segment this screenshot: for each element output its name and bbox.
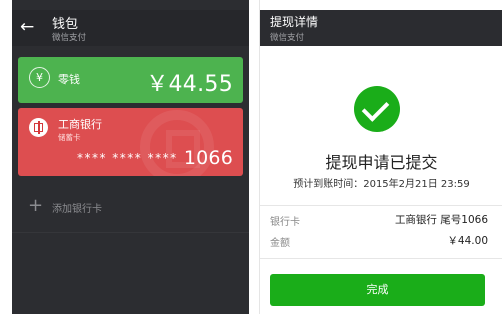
wallet-screen: ← 钱包 微信支付 ¥ 零钱 ￥44.55 工商银行 储蓄卡 **** ****… <box>12 0 249 314</box>
amount-row-value: ￥44.00 <box>447 235 488 247</box>
add-bank-card-button[interactable]: + 添加银行卡 <box>28 197 228 217</box>
amount-row-label: 金额 <box>270 238 290 249</box>
add-bank-card-label: 添加银行卡 <box>52 204 102 215</box>
divider <box>260 205 502 206</box>
page-subtitle: 微信支付 <box>52 33 87 43</box>
detail-header: 提现详情 微信支付 <box>260 10 502 46</box>
card-number: **** **** **** 1066 <box>77 147 233 169</box>
bank-card[interactable]: 工商银行 储蓄卡 **** **** **** 1066 <box>18 108 243 176</box>
page-title: 钱包 <box>52 17 79 32</box>
arrival-time: 预计到账时间：2015年2月21日 23:59 <box>293 179 470 190</box>
page-subtitle: 微信支付 <box>270 33 305 43</box>
change-label: 零钱 <box>58 73 80 86</box>
change-card[interactable]: ¥ 零钱 ￥44.55 <box>18 57 243 103</box>
done-button[interactable]: 完成 <box>270 274 485 306</box>
page-title: 提现详情 <box>270 15 319 29</box>
card-number-mask: **** **** **** <box>76 151 178 165</box>
success-message: 提现申请已提交 <box>325 153 438 172</box>
bank-card-row-label: 银行卡 <box>270 217 300 228</box>
change-amount: ￥44.55 <box>146 72 233 97</box>
wallet-header: ← 钱包 微信支付 <box>12 10 249 46</box>
withdrawal-detail-screen: 提现详情 微信支付 提现申请已提交 预计到账时间：2015年2月21日 23:5… <box>259 0 502 314</box>
divider <box>12 232 249 233</box>
yen-circle-icon: ¥ <box>29 67 50 88</box>
success-check-icon <box>354 86 400 132</box>
divider <box>260 258 502 259</box>
bank-card-row-value: 工商银行 尾号1066 <box>394 214 488 226</box>
back-arrow-icon[interactable]: ← <box>20 18 38 36</box>
bank-name: 工商银行 <box>58 118 102 131</box>
plus-icon: + <box>28 195 44 216</box>
icbc-logo-icon <box>29 118 48 137</box>
card-last-digits: 1066 <box>183 147 233 169</box>
card-type: 储蓄卡 <box>58 133 81 142</box>
